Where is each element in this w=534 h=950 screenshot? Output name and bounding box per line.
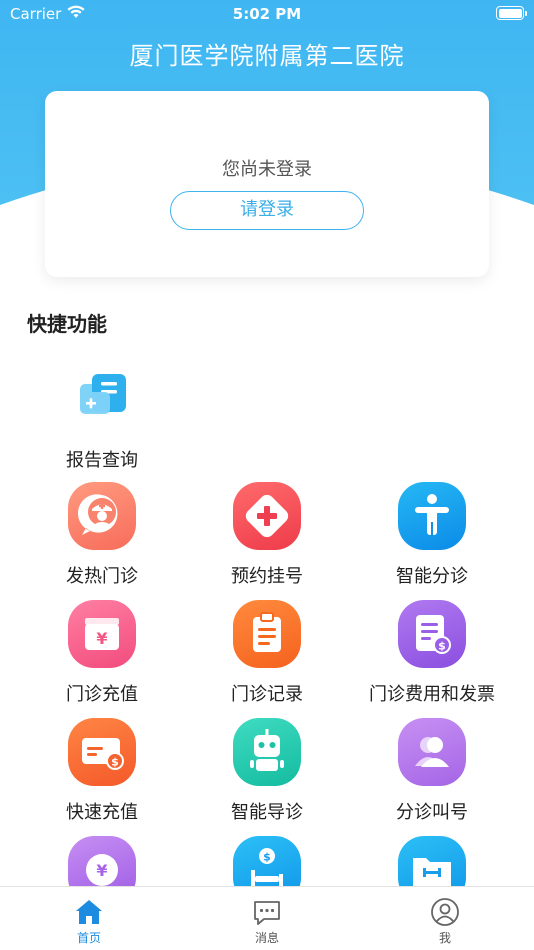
svg-text:¥: ¥: [96, 861, 107, 880]
svg-text:$: $: [438, 640, 446, 653]
func-label: 预约挂号: [231, 566, 303, 587]
tab-messages[interactable]: 消息: [178, 887, 356, 950]
func-label: 报告查询: [66, 450, 138, 471]
func-appointment[interactable]: 预约挂号: [187, 482, 347, 588]
func-outpatient-recharge[interactable]: ¥ 门诊充值: [22, 600, 182, 706]
func-label: 门诊充值: [66, 684, 138, 705]
invoice-icon: $: [398, 600, 466, 668]
battery-icon: [496, 6, 527, 20]
fever-clinic-icon: [68, 482, 136, 550]
func-fever-clinic[interactable]: 发热门诊: [22, 482, 182, 588]
quick-functions-title: 快捷功能: [27, 312, 107, 336]
message-icon: [252, 897, 282, 927]
svg-text:$: $: [263, 851, 271, 864]
func-smart-triage[interactable]: 智能分诊: [352, 482, 512, 588]
appointment-icon: [233, 482, 301, 550]
tab-label: 我: [438, 931, 451, 945]
func-report-query[interactable]: 报告查询: [22, 366, 182, 472]
robot-icon: [233, 718, 301, 786]
tab-label: 消息: [254, 931, 279, 945]
func-label: 快速充值: [66, 802, 138, 823]
func-label: 门诊记录: [231, 684, 303, 705]
svg-text:¥: ¥: [96, 629, 107, 648]
tab-profile[interactable]: 我: [356, 887, 534, 950]
status-time: 5:02 PM: [232, 5, 302, 23]
profile-icon: [430, 897, 460, 927]
func-fees-invoice[interactable]: $ 门诊费用和发票: [352, 600, 512, 706]
func-outpatient-records[interactable]: 门诊记录: [187, 600, 347, 706]
func-smart-guide[interactable]: 智能导诊: [187, 718, 347, 824]
hospital-title: 厦门医学院附属第二医院: [129, 42, 405, 70]
tab-label: 首页: [76, 931, 101, 945]
outpatient-recharge-icon: ¥: [68, 600, 136, 668]
login-status-text: 您尚未登录: [222, 159, 312, 180]
func-label: 智能导诊: [231, 802, 303, 823]
triage-icon: [398, 482, 466, 550]
func-label: 发热门诊: [66, 566, 138, 587]
card-recharge-icon: $: [68, 718, 136, 786]
func-quick-recharge[interactable]: $ 快速充值: [22, 718, 182, 824]
tab-home[interactable]: 首页: [0, 887, 178, 950]
tab-bar: 首页 消息 我: [0, 886, 534, 950]
func-queue-call[interactable]: 分诊叫号: [352, 718, 512, 824]
login-card: 您尚未登录 请登录: [45, 91, 489, 277]
queue-call-icon: [398, 718, 466, 786]
func-label: 分诊叫号: [396, 802, 468, 823]
report-icon: [68, 366, 136, 434]
svg-text:$: $: [111, 756, 119, 769]
func-label: 智能分诊: [396, 566, 468, 587]
home-icon: [74, 897, 104, 927]
func-label: 门诊费用和发票: [369, 684, 495, 705]
clipboard-icon: [233, 600, 301, 668]
status-bar: Carrier 5:02 PM: [0, 0, 534, 28]
login-button[interactable]: 请登录: [170, 191, 364, 230]
